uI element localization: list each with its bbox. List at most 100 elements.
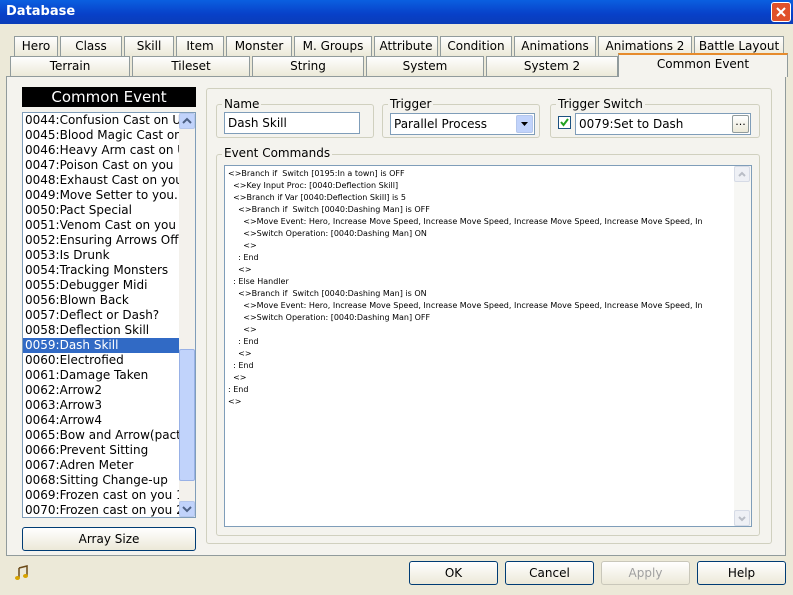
- close-button[interactable]: [771, 2, 791, 22]
- list-item[interactable]: 0053:Is Drunk: [23, 248, 180, 263]
- tab-hero[interactable]: Hero: [14, 36, 58, 56]
- scroll-up-button[interactable]: [179, 113, 195, 129]
- tab-system-2[interactable]: System 2: [486, 56, 618, 76]
- close-icon: [776, 7, 786, 17]
- name-field[interactable]: Dash Skill: [224, 112, 360, 134]
- tab-skill[interactable]: Skill: [124, 36, 174, 56]
- tab-tileset[interactable]: Tileset: [132, 56, 250, 76]
- tab-string[interactable]: String: [252, 56, 364, 76]
- list-item[interactable]: 0065:Bow and Arrow(pact): [23, 428, 180, 443]
- list-item[interactable]: 0064:Arrow4: [23, 413, 180, 428]
- command-line[interactable]: : End: [225, 384, 736, 396]
- command-line[interactable]: : End: [225, 336, 736, 348]
- list-item[interactable]: 0052:Ensuring Arrows Off: [23, 233, 180, 248]
- list-item[interactable]: 0054:Tracking Monsters: [23, 263, 180, 278]
- tab-item[interactable]: Item: [176, 36, 224, 56]
- array-size-button[interactable]: Array Size: [22, 527, 196, 551]
- list-header: Common Event: [22, 87, 196, 107]
- command-line[interactable]: <>: [225, 324, 736, 336]
- trigger-switch-label: Trigger Switch: [556, 97, 645, 111]
- command-line[interactable]: <>Branch if Switch [0040:Dashing Man] is…: [225, 288, 736, 300]
- chevron-down-icon: [738, 516, 746, 522]
- common-event-list[interactable]: 0044:Confusion Cast on U 0045:Blood Magic…: [22, 112, 196, 518]
- scroll-down-button[interactable]: [179, 501, 195, 517]
- trigger-switch-field[interactable]: 0079:Set to Dash ...: [575, 113, 751, 135]
- tab-monster[interactable]: Monster: [226, 36, 292, 56]
- command-line[interactable]: <>Key Input Proc: [0040:Deflection Skill…: [225, 180, 736, 192]
- command-line[interactable]: <>: [225, 372, 736, 384]
- list-item[interactable]: 0045:Blood Magic Cast onU: [23, 128, 180, 143]
- list-scroll-thumb[interactable]: [179, 349, 195, 481]
- list-item[interactable]: 0063:Arrow3: [23, 398, 180, 413]
- tab-common-event[interactable]: Common Event: [618, 53, 788, 77]
- list-item[interactable]: 0057:Deflect or Dash?: [23, 308, 180, 323]
- tab-system[interactable]: System: [366, 56, 484, 76]
- command-line[interactable]: <>Branch if Var [0040:Deflection Skill] …: [225, 192, 736, 204]
- title-bar: Database: [0, 0, 793, 24]
- tab-attribute[interactable]: Attribute: [374, 36, 438, 56]
- name-label: Name: [222, 97, 262, 111]
- trigger-value: Parallel Process: [394, 117, 488, 131]
- list-item[interactable]: 0066:Prevent Sitting: [23, 443, 180, 458]
- list-item[interactable]: 0056:Blown Back: [23, 293, 180, 308]
- command-line[interactable]: <>Branch if Switch [0195:In a town] is O…: [225, 168, 736, 180]
- trigger-dropdown[interactable]: Parallel Process: [390, 113, 535, 135]
- command-line[interactable]: <>Switch Operation: [0040:Dashing Man] O…: [225, 228, 736, 240]
- commands-scroll-up-button[interactable]: [734, 166, 750, 182]
- command-line[interactable]: <>Move Event: Hero, Increase Move Speed,…: [225, 216, 736, 228]
- list-item[interactable]: 0044:Confusion Cast on U: [23, 113, 180, 128]
- list-item[interactable]: 0062:Arrow2: [23, 383, 180, 398]
- list-item[interactable]: 0068:Sitting Change-up: [23, 473, 180, 488]
- tab-animations[interactable]: Animations: [514, 36, 596, 56]
- command-line[interactable]: <>Branch if Switch [0040:Dashing Man] is…: [225, 204, 736, 216]
- tab-m-groups[interactable]: M. Groups: [294, 36, 372, 56]
- trigger-dropdown-button[interactable]: [516, 115, 533, 133]
- apply-button[interactable]: Apply: [601, 561, 690, 585]
- tab-class[interactable]: Class: [60, 36, 122, 56]
- command-line[interactable]: <>: [225, 396, 736, 408]
- commands-scroll-down-button[interactable]: [734, 510, 750, 526]
- ok-button[interactable]: OK: [409, 561, 498, 585]
- tab-condition[interactable]: Condition: [440, 36, 512, 56]
- chevron-up-icon: [182, 117, 192, 124]
- list-item[interactable]: 0051:Venom Cast on you: [23, 218, 180, 233]
- list-item[interactable]: 0061:Damage Taken: [23, 368, 180, 383]
- checkmark-icon: [560, 118, 569, 127]
- list-item[interactable]: 0048:Exhaust Cast on you: [23, 173, 180, 188]
- cancel-button[interactable]: Cancel: [505, 561, 594, 585]
- command-line[interactable]: : Else Handler: [225, 276, 736, 288]
- window-title: Database: [6, 4, 76, 19]
- list-item[interactable]: 0047:Poison Cast on you: [23, 158, 180, 173]
- command-line[interactable]: <>: [225, 348, 736, 360]
- list-scrollbar[interactable]: [179, 113, 195, 517]
- trigger-switch-checkbox[interactable]: [558, 116, 571, 129]
- command-line[interactable]: <>Switch Operation: [0040:Dashing Man] O…: [225, 312, 736, 324]
- list-item[interactable]: 0055:Debugger Midi: [23, 278, 180, 293]
- commands-scrollbar[interactable]: [734, 166, 751, 526]
- command-line[interactable]: <>: [225, 240, 736, 252]
- command-line[interactable]: : End: [225, 252, 736, 264]
- command-line[interactable]: <>Move Event: Hero, Increase Move Speed,…: [225, 300, 736, 312]
- chevron-down-icon: [521, 122, 528, 126]
- command-line[interactable]: : End: [225, 360, 736, 372]
- trigger-switch-value: 0079:Set to Dash: [579, 117, 684, 131]
- list-item[interactable]: 0058:Deflection Skill: [23, 323, 180, 338]
- command-line[interactable]: <>: [225, 264, 736, 276]
- list-item[interactable]: 0069:Frozen cast on you 1: [23, 488, 180, 503]
- event-commands-label: Event Commands: [222, 146, 333, 160]
- trigger-label: Trigger: [388, 97, 434, 111]
- music-note-icon[interactable]: [14, 565, 30, 584]
- tab-terrain[interactable]: Terrain: [10, 56, 130, 76]
- event-commands-list[interactable]: <>Branch if Switch [0195:In a town] is O…: [224, 165, 752, 527]
- list-item[interactable]: 0046:Heavy Arm cast on U: [23, 143, 180, 158]
- chevron-down-icon: [182, 506, 192, 513]
- list-item[interactable]: 0067:Adren Meter: [23, 458, 180, 473]
- chevron-up-icon: [738, 171, 746, 177]
- list-item[interactable]: 0059:Dash Skill: [23, 338, 180, 353]
- help-button[interactable]: Help: [697, 561, 786, 585]
- list-item[interactable]: 0049:Move Setter to you.: [23, 188, 180, 203]
- list-item[interactable]: 0060:Electrofied: [23, 353, 180, 368]
- list-item[interactable]: 0050:Pact Special: [23, 203, 180, 218]
- list-item[interactable]: 0070:Frozen cast on you 2: [23, 503, 180, 517]
- trigger-switch-browse-button[interactable]: ...: [732, 115, 749, 133]
